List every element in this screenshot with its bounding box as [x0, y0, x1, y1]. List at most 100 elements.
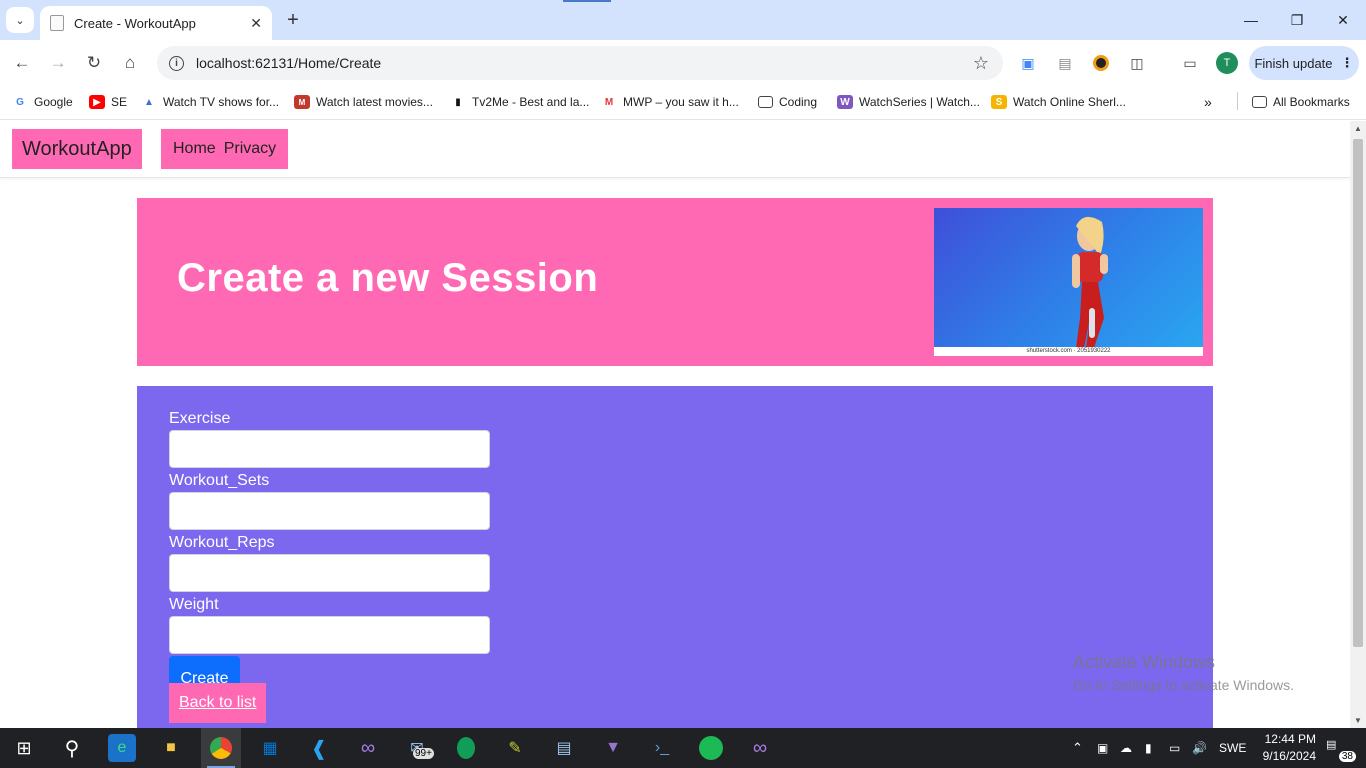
browser-tab-active[interactable]: Create - WorkoutApp ✕	[40, 6, 272, 40]
bookmark-label: Watch Online Sherl...	[1013, 95, 1126, 109]
clock-date: 9/16/2024	[1262, 749, 1316, 763]
bookmark-item[interactable]: S Watch Online Sherl...	[991, 92, 1126, 112]
bookmark-item[interactable]: G Google	[12, 92, 73, 112]
reload-icon[interactable]: ↻	[82, 51, 106, 75]
restore-window-button[interactable]: ❐	[1285, 8, 1309, 32]
system-clock[interactable]: 12:44 PM 9/16/2024	[1252, 731, 1316, 765]
notification-center-icon[interactable]: ▤ 38	[1326, 738, 1356, 762]
bookmark-label: WatchSeries | Watch...	[859, 95, 980, 109]
notepad-app-icon[interactable]: ▤	[550, 734, 578, 762]
workout-sets-input[interactable]	[169, 492, 490, 530]
bookmark-item[interactable]: ▲ Watch TV shows for...	[141, 92, 279, 112]
browser-toolbar: ← → ↻ ⌂ i localhost:62131/Home/Create ☆ …	[0, 40, 1366, 86]
vscode-icon[interactable]: ❰	[305, 734, 333, 762]
workout-reps-label: Workout_Reps	[169, 534, 275, 551]
spotify-icon[interactable]	[697, 734, 725, 762]
workout-reps-input[interactable]	[169, 554, 490, 592]
folder-icon	[1252, 96, 1267, 108]
bookmarks-divider	[1237, 92, 1238, 110]
more-menu-icon: ⋮	[1340, 55, 1354, 70]
close-tab-icon[interactable]: ✕	[250, 15, 262, 32]
youtube-icon: ▶	[89, 95, 105, 109]
bookmark-item[interactable]: ▮ Tv2Me - Best and la...	[450, 92, 589, 112]
new-tab-button[interactable]: +	[282, 8, 304, 32]
visual-studio-2-icon[interactable]: ∞	[746, 734, 774, 762]
tab-title: Create - WorkoutApp	[74, 15, 196, 31]
nav-privacy-link[interactable]: Privacy	[224, 140, 276, 158]
address-bar[interactable]: i localhost:62131/Home/Create ☆	[157, 46, 1003, 80]
bookmark-label: MWP – you saw it h...	[623, 95, 739, 109]
nav-links: Home Privacy	[161, 129, 289, 169]
mail-icon[interactable]: ✉99+	[403, 734, 434, 762]
back-arrow-icon[interactable]: ←	[10, 51, 34, 75]
home-icon[interactable]: ⌂	[118, 51, 142, 75]
page-scrollbar[interactable]: ▲ ▼	[1350, 121, 1366, 728]
clock-time: 12:44 PM	[1264, 732, 1316, 746]
mongodb-icon[interactable]	[452, 734, 480, 762]
paint-app-icon[interactable]: ✎	[501, 734, 529, 762]
search-icon[interactable]: ⚲	[58, 734, 86, 762]
tabstrip-accent	[563, 0, 611, 2]
watchseries-icon: W	[837, 95, 853, 109]
all-bookmarks-button[interactable]: All Bookmarks	[1252, 92, 1350, 112]
tray-overflow-chevron-icon[interactable]: ⌃	[1072, 728, 1083, 768]
record-extension-icon[interactable]	[1090, 52, 1112, 74]
scroll-down-arrow-icon[interactable]: ▼	[1354, 716, 1362, 725]
mwp-icon: M	[604, 96, 614, 108]
bookmark-label: Tv2Me - Best and la...	[472, 95, 590, 109]
battery-icon[interactable]: ▮	[1145, 728, 1152, 768]
hero-image: shutterstock.com · 2051930222	[934, 208, 1203, 356]
translate-extension-icon[interactable]: ▣	[1017, 52, 1039, 74]
forward-arrow-icon[interactable]: →	[46, 51, 70, 75]
volume-icon[interactable]: 🔊	[1192, 728, 1207, 768]
microsoft-store-icon[interactable]: ▦	[256, 734, 284, 762]
activate-windows-subtitle: Go to Settings to activate Windows.	[1073, 677, 1294, 693]
bookmark-item[interactable]: ▶ SE	[89, 92, 127, 112]
browser-tabstrip: ⌄ Create - WorkoutApp ✕ + — ❐ ✕	[0, 0, 1366, 40]
page-viewport: WorkoutApp Home Privacy Create a new Ses…	[0, 121, 1350, 728]
chevron-down-icon: ⌄	[15, 14, 25, 27]
workout-sets-label: Workout_Sets	[169, 472, 270, 489]
weight-input[interactable]	[169, 616, 490, 654]
task-app-icon[interactable]: ▼	[599, 734, 627, 762]
scrollbar-thumb[interactable]	[1353, 139, 1363, 647]
file-explorer-icon[interactable]: ■	[157, 734, 185, 762]
minimize-window-button[interactable]: —	[1239, 8, 1263, 32]
brand-link[interactable]: WorkoutApp	[12, 129, 142, 169]
address-url[interactable]: localhost:62131/Home/Create	[196, 55, 973, 71]
visual-studio-icon[interactable]: ∞	[354, 734, 382, 762]
chrome-icon[interactable]	[207, 734, 235, 762]
bookmarks-bar: G Google ▶ SE ▲ Watch TV shows for... M Watc…	[0, 86, 1366, 120]
document-extension-icon[interactable]: ▤	[1054, 52, 1076, 74]
bookmark-star-icon[interactable]: ☆	[973, 53, 989, 74]
windows-start-icon[interactable]: ⊞	[10, 734, 38, 762]
notification-count-badge: 38	[1338, 751, 1356, 762]
activate-windows-watermark: Activate Windows Go to Settings to activ…	[1073, 652, 1294, 693]
back-to-list-link[interactable]: Back to list	[169, 683, 267, 723]
fitness-woman-illustration	[1072, 216, 1108, 348]
exercise-input[interactable]	[169, 430, 490, 468]
nav-home-link[interactable]: Home	[173, 140, 216, 158]
all-bookmarks-label: All Bookmarks	[1273, 95, 1350, 109]
network-icon[interactable]: ▭	[1169, 728, 1180, 768]
edge-browser-icon[interactable]: e	[108, 734, 136, 762]
finish-update-button[interactable]: Finish update ⋮	[1249, 46, 1359, 80]
profile-avatar[interactable]: T	[1216, 52, 1238, 74]
bookmark-item[interactable]: Coding	[758, 92, 817, 112]
powershell-icon[interactable]: ›_	[648, 734, 676, 762]
bookmark-item[interactable]: M Watch latest movies...	[294, 92, 433, 112]
bookmark-item[interactable]: W WatchSeries | Watch...	[837, 92, 980, 112]
site-info-icon[interactable]: i	[169, 55, 184, 71]
scroll-up-arrow-icon[interactable]: ▲	[1354, 124, 1362, 133]
cast-icon[interactable]: ▭	[1179, 52, 1201, 74]
extensions-puzzle-icon[interactable]: ◫	[1126, 52, 1148, 74]
tab-search-button[interactable]: ⌄	[6, 7, 34, 33]
more-bookmarks-chevron-icon[interactable]: »	[1204, 92, 1212, 112]
input-language[interactable]: SWE	[1219, 728, 1246, 768]
site-navbar: WorkoutApp Home Privacy	[0, 121, 1350, 178]
bookmark-item[interactable]: M MWP – you saw it h...	[601, 92, 739, 112]
meet-now-icon[interactable]: ▣	[1097, 728, 1108, 768]
close-window-button[interactable]: ✕	[1331, 8, 1355, 32]
onedrive-cloud-icon[interactable]: ☁	[1120, 728, 1132, 768]
bookmark-label: SE	[111, 95, 128, 109]
